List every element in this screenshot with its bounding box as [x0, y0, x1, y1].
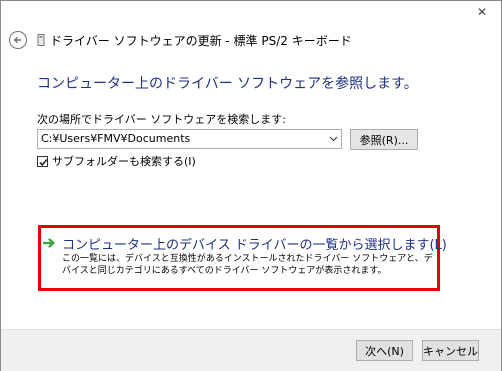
checkmark-icon — [39, 158, 48, 166]
green-arrow-icon — [43, 238, 55, 248]
page-heading: コンピューター上のドライバー ソフトウェアを参照します。 — [37, 76, 418, 92]
chevron-down-icon[interactable] — [329, 136, 338, 142]
back-arrow-icon — [13, 36, 21, 44]
window-title: ドライバー ソフトウェアの更新 - 標準 PS/2 キーボード — [50, 34, 352, 48]
next-button[interactable]: 次へ(N) — [356, 340, 413, 361]
include-subfolders-option[interactable]: サブフォルダーも検索する(I) — [37, 154, 196, 168]
option-title[interactable]: コンピューター上のデバイス ドライバーの一覧から選択します(L) — [62, 234, 447, 253]
dialog-footer: 次へ(N) キャンセル — [1, 329, 501, 371]
close-button[interactable]: ✕ — [464, 1, 500, 23]
browse-button[interactable]: 参照(R)... — [350, 129, 418, 150]
driver-update-window: ✕ ドライバー ソフトウェアの更新 - 標準 PS/2 キーボード コンピュータ… — [0, 0, 502, 371]
cancel-button[interactable]: キャンセル — [422, 340, 479, 361]
search-path-value: C:¥Users¥FMV¥Documents — [41, 132, 191, 145]
close-icon: ✕ — [476, 5, 488, 19]
include-subfolders-checkbox[interactable] — [37, 155, 48, 167]
search-path-combobox[interactable]: C:¥Users¥FMV¥Documents — [37, 129, 342, 149]
include-subfolders-label: サブフォルダーも検索する(I) — [52, 155, 196, 168]
search-location-label: 次の場所でドライバー ソフトウェアを検索します: — [37, 113, 286, 126]
title-bar: ✕ ドライバー ソフトウェアの更新 - 標準 PS/2 キーボード — [1, 1, 501, 49]
pick-from-device-driver-list-link[interactable]: コンピューター上のデバイス ドライバーの一覧から選択します(L) この一覧には、… — [43, 234, 447, 284]
option-description: この一覧には、デバイスと互換性があるインストールされたドライバー ソフトウェアと… — [62, 254, 433, 276]
device-icon — [37, 34, 45, 46]
back-button[interactable] — [9, 31, 27, 49]
